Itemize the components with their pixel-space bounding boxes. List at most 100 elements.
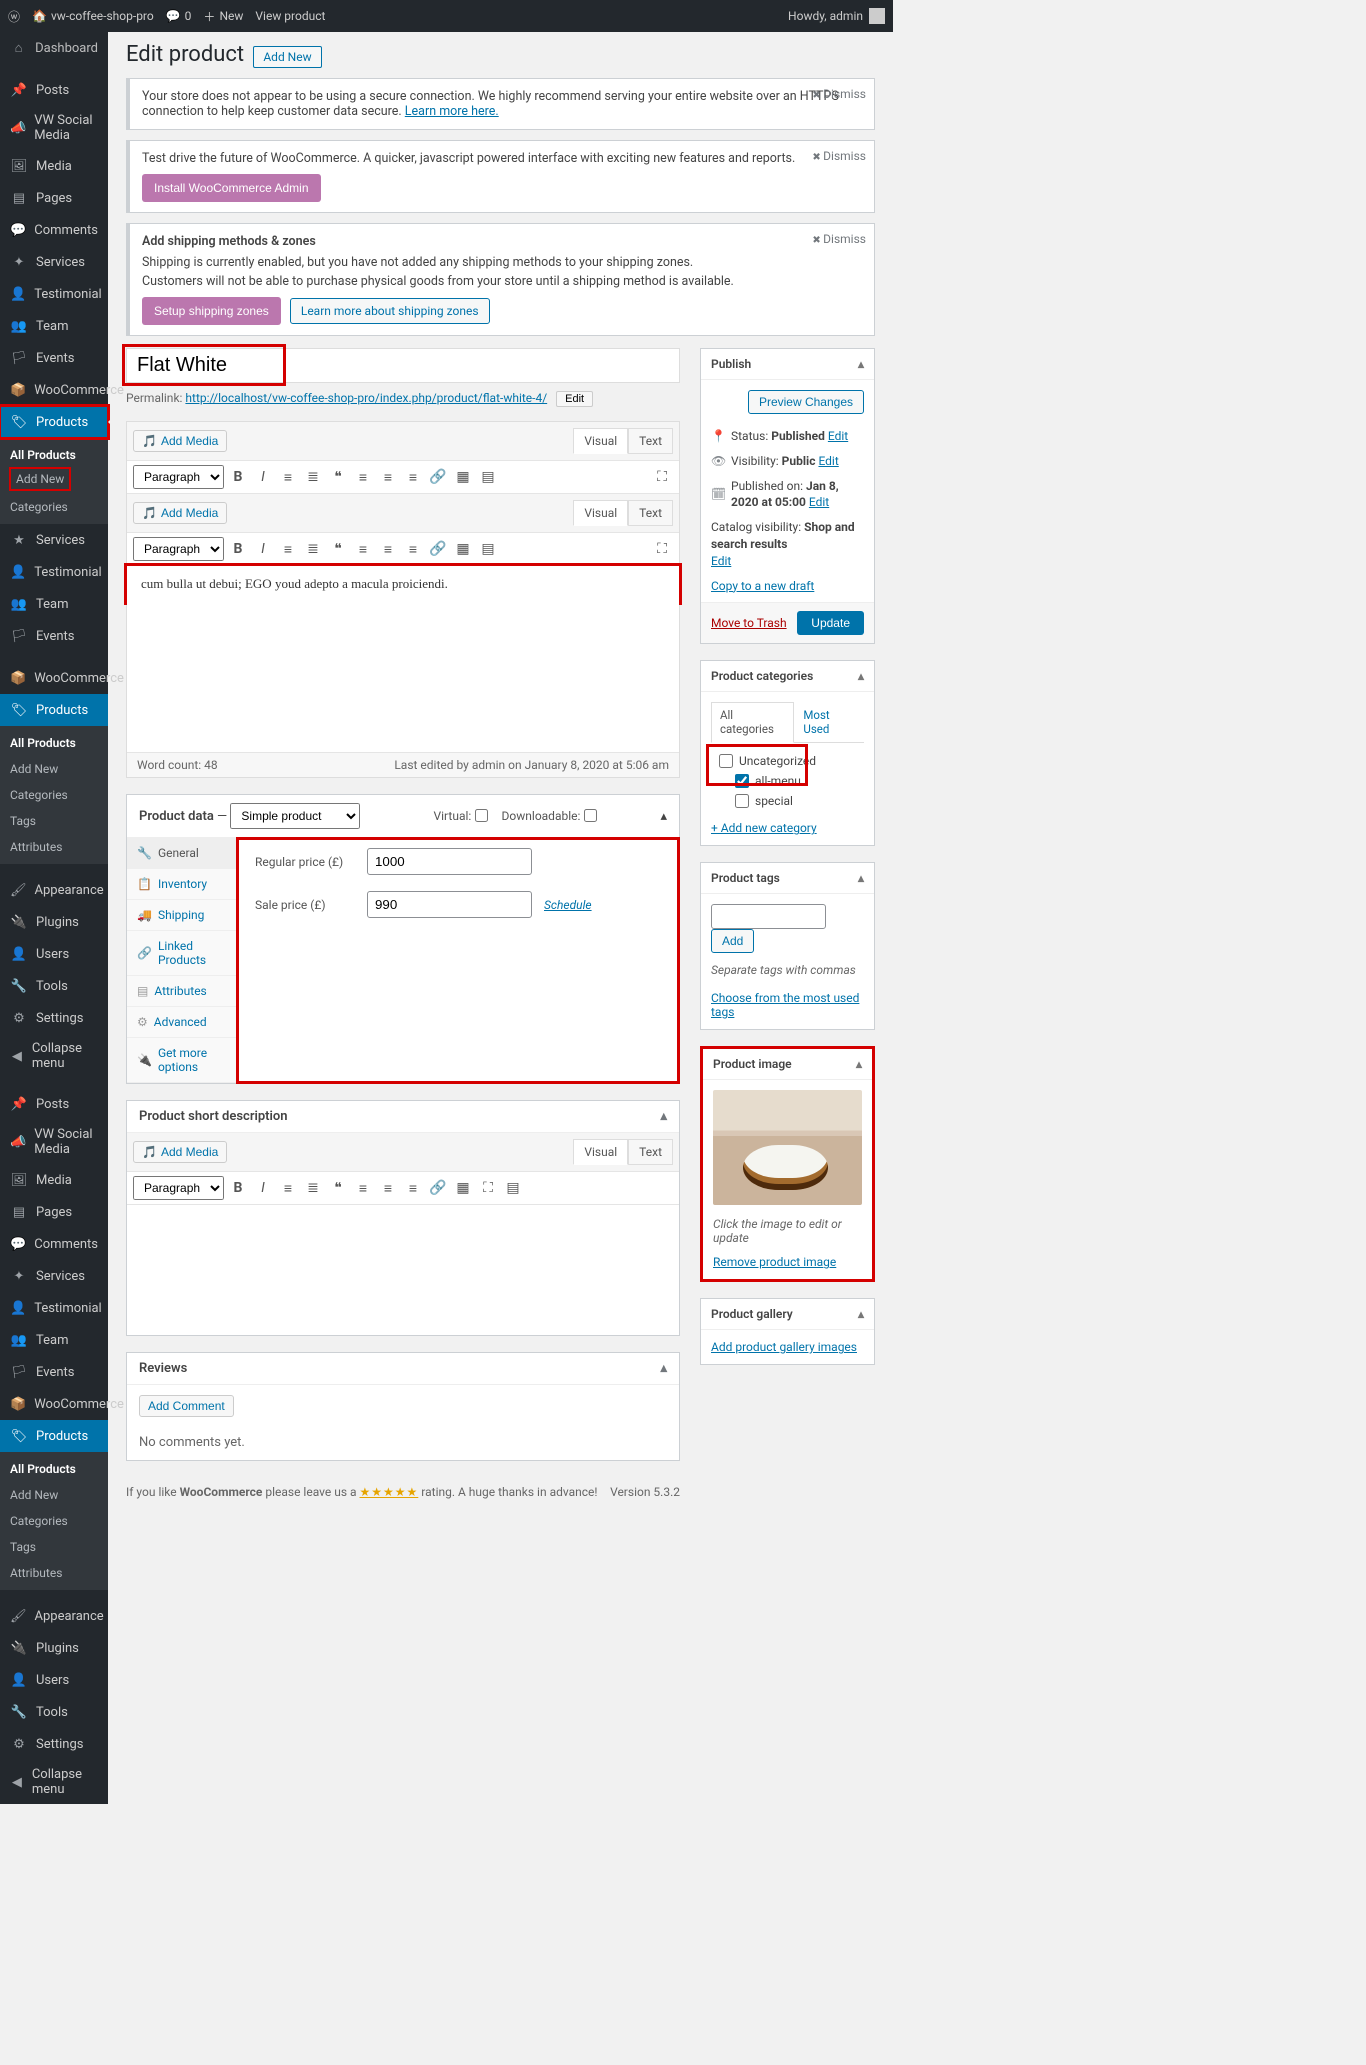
sidebar-item-woocommerce[interactable]: 📦WooCommerce xyxy=(0,374,108,406)
add-comment-button[interactable]: Add Comment xyxy=(139,1395,234,1417)
setup-shipping-button[interactable]: Setup shipping zones xyxy=(142,297,281,325)
tab-text[interactable]: Text xyxy=(628,428,673,454)
submenu-add-new-3[interactable]: Add New xyxy=(0,1482,108,1508)
list-ol-icon[interactable]: ≣ xyxy=(302,538,324,560)
remove-product-image-link[interactable]: Remove product image xyxy=(713,1255,836,1269)
sidebar-item-testimonial-2[interactable]: 👤Testimonial xyxy=(0,556,108,588)
toggle-icon[interactable]: ▴ xyxy=(858,871,864,885)
shortdesc-textarea[interactable] xyxy=(127,1205,679,1335)
tab-more-options[interactable]: 🔌Get more options xyxy=(127,1038,236,1083)
add-new-category-link[interactable]: + Add new category xyxy=(711,821,817,835)
sidebar-item-comments-3[interactable]: 💬Comments xyxy=(0,1228,108,1260)
wp-logo[interactable]: ⓦ xyxy=(8,8,20,25)
tab-visual-2[interactable]: Visual xyxy=(573,500,628,526)
preview-changes-button[interactable]: Preview Changes xyxy=(748,390,864,414)
add-tag-button[interactable]: Add xyxy=(711,929,754,953)
rating-stars-link[interactable]: ★★★★★ xyxy=(360,1485,419,1499)
fullscreen-icon[interactable]: ⛶ xyxy=(651,466,673,488)
toggle-icon[interactable]: ▴ xyxy=(660,809,667,824)
tab-shipping[interactable]: 🚚Shipping xyxy=(127,900,236,931)
sidebar-item-plugins-3[interactable]: 🔌Plugins xyxy=(0,1632,108,1664)
link-icon[interactable]: 🔗 xyxy=(427,1177,449,1199)
shortdesc-tab-visual[interactable]: Visual xyxy=(573,1139,628,1165)
submenu-tags-2[interactable]: Tags xyxy=(0,808,108,834)
bold-icon[interactable]: B xyxy=(227,1177,249,1199)
align-right-icon[interactable]: ≡ xyxy=(402,1177,424,1199)
sidebar-item-users[interactable]: 👤Users xyxy=(0,938,108,970)
edit-visibility-link[interactable]: Edit xyxy=(818,454,838,468)
sidebar-item-events[interactable]: 🏳Events xyxy=(0,342,108,374)
link-icon[interactable]: 🔗 xyxy=(427,538,449,560)
quote-icon[interactable]: ❝ xyxy=(327,1177,349,1199)
category-uncategorized[interactable]: Uncategorized xyxy=(711,751,864,771)
sidebar-item-testimonial[interactable]: 👤Testimonial xyxy=(0,278,108,310)
shortdesc-paragraph-dropdown[interactable]: Paragraph xyxy=(133,1176,224,1200)
edit-catalog-link[interactable]: Edit xyxy=(711,554,731,568)
align-left-icon[interactable]: ≡ xyxy=(352,538,374,560)
toggle-icon[interactable]: ▴ xyxy=(856,1057,862,1071)
quote-icon[interactable]: ❝ xyxy=(327,538,349,560)
tab-general[interactable]: 🔧General xyxy=(127,838,236,869)
bold-icon[interactable]: B xyxy=(227,538,249,560)
sidebar-item-plugins[interactable]: 🔌Plugins xyxy=(0,906,108,938)
product-title-input[interactable] xyxy=(126,348,680,383)
sidebar-item-comments[interactable]: 💬Comments xyxy=(0,214,108,246)
submenu-categories[interactable]: Categories xyxy=(0,494,108,520)
sidebar-item-products[interactable]: 🏷Products xyxy=(0,406,108,438)
edit-date-link[interactable]: Edit xyxy=(809,495,829,509)
sidebar-item-team[interactable]: 👥Team xyxy=(0,310,108,342)
downloadable-checkbox[interactable] xyxy=(584,809,597,822)
submenu-tags-3[interactable]: Tags xyxy=(0,1534,108,1560)
category-all-menu[interactable]: all-menu xyxy=(711,771,864,791)
shortdesc-add-media-button[interactable]: 🎵Add Media xyxy=(133,1141,227,1163)
downloadable-checkbox-label[interactable]: Downloadable: xyxy=(502,809,598,823)
submenu-all-products-3[interactable]: All Products xyxy=(0,1456,108,1482)
sidebar-item-pages[interactable]: ▤Pages xyxy=(0,182,108,214)
link-icon[interactable]: 🔗 xyxy=(427,466,449,488)
sidebar-item-settings[interactable]: ⚙Settings xyxy=(0,1002,108,1034)
shortdesc-tab-text[interactable]: Text xyxy=(628,1139,673,1165)
add-media-button[interactable]: 🎵Add Media xyxy=(133,430,227,452)
align-center-icon[interactable]: ≡ xyxy=(377,466,399,488)
sidebar-item-appearance-3[interactable]: 🖌Appearance xyxy=(0,1600,108,1632)
sidebar-item-pages-3[interactable]: ▤Pages xyxy=(0,1196,108,1228)
list-ul-icon[interactable]: ≡ xyxy=(277,1177,299,1199)
tab-advanced[interactable]: ⚙Advanced xyxy=(127,1007,236,1038)
submenu-add-new-2[interactable]: Add New xyxy=(0,756,108,782)
move-to-trash-link[interactable]: Move to Trash xyxy=(711,616,787,630)
list-ol-icon[interactable]: ≣ xyxy=(302,1177,324,1199)
italic-icon[interactable]: I xyxy=(252,466,274,488)
sidebar-item-woocommerce-3[interactable]: 📦WooCommerce xyxy=(0,1388,108,1420)
learn-shipping-link[interactable]: Learn more about shipping zones xyxy=(290,298,490,324)
italic-icon[interactable]: I xyxy=(252,538,274,560)
fullscreen-icon[interactable]: ⛶ xyxy=(651,538,673,560)
tab-all-categories[interactable]: All categories xyxy=(711,702,794,743)
submenu-categories-3[interactable]: Categories xyxy=(0,1508,108,1534)
tab-text-2[interactable]: Text xyxy=(628,500,673,526)
sidebar-item-dashboard[interactable]: ⌂Dashboard xyxy=(0,32,108,64)
copy-draft-link[interactable]: Copy to a new draft xyxy=(711,578,814,595)
tag-input[interactable] xyxy=(711,904,826,929)
more-icon[interactable]: ▦ xyxy=(452,466,474,488)
sidebar-collapse[interactable]: ◀Collapse menu xyxy=(0,1034,108,1078)
sidebar-item-appearance[interactable]: 🖌Appearance xyxy=(0,874,108,906)
submenu-attributes-2[interactable]: Attributes xyxy=(0,834,108,860)
toolbar-toggle-icon[interactable]: ▤ xyxy=(477,538,499,560)
add-gallery-images-link[interactable]: Add product gallery images xyxy=(711,1340,857,1354)
virtual-checkbox-label[interactable]: Virtual: xyxy=(433,809,488,823)
sidebar-item-events-3[interactable]: 🏳Events xyxy=(0,1356,108,1388)
sidebar-item-woocommerce-2[interactable]: 📦WooCommerce xyxy=(0,662,108,694)
all-menu-checkbox[interactable] xyxy=(735,774,749,788)
sidebar-item-settings-3[interactable]: ⚙Settings xyxy=(0,1728,108,1760)
schedule-link[interactable]: Schedule xyxy=(544,898,592,912)
dismiss-button[interactable]: Dismiss xyxy=(812,87,866,101)
special-checkbox[interactable] xyxy=(735,794,749,808)
bold-icon[interactable]: B xyxy=(227,466,249,488)
toggle-icon[interactable]: ▴ xyxy=(660,1109,667,1124)
sidebar-item-social-3[interactable]: 📣VW Social Media xyxy=(0,1120,108,1164)
list-ul-icon[interactable]: ≡ xyxy=(277,538,299,560)
sidebar-collapse-3[interactable]: ◀Collapse menu xyxy=(0,1760,108,1804)
permalink-url-link[interactable]: http://localhost/vw-coffee-shop-pro/inde… xyxy=(185,391,547,405)
sidebar-item-tools-3[interactable]: 🔧Tools xyxy=(0,1696,108,1728)
sidebar-item-users-3[interactable]: 👤Users xyxy=(0,1664,108,1696)
